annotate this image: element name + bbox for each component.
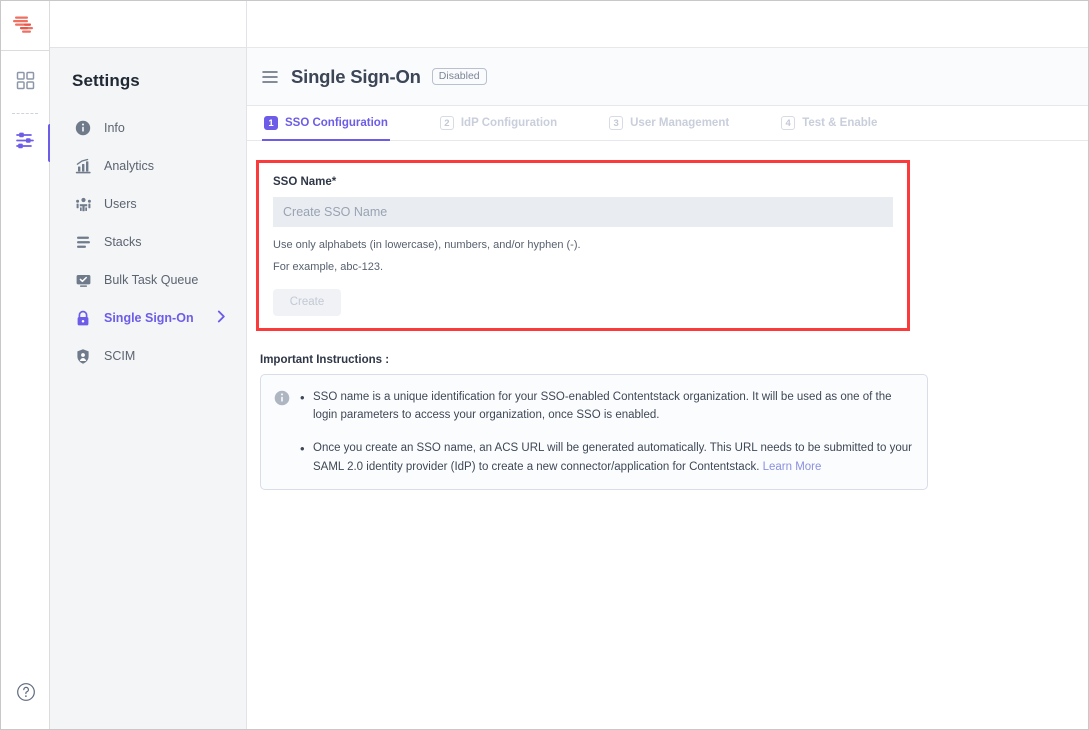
sidebar-item-label: SCIM <box>104 349 135 363</box>
tab-number: 3 <box>609 116 623 130</box>
sso-name-hint-line2: For example, abc-123. <box>273 260 893 275</box>
page-content: SSO Name* Use only alphabets (in lowerca… <box>247 141 1088 729</box>
app-window: Settings Info <box>0 0 1089 730</box>
tab-label: SSO Configuration <box>285 117 388 129</box>
settings-sidebar: Settings Info <box>50 1 247 729</box>
tab-number: 4 <box>781 116 795 130</box>
list-item: Once you create an SSO name, an ACS URL … <box>313 439 912 476</box>
list-item: SSO name is a unique identification for … <box>313 388 912 425</box>
help-button[interactable] <box>1 682 50 707</box>
sidebar-item-label: Bulk Task Queue <box>104 273 198 287</box>
instruction-text: SSO name is a unique identification for … <box>313 391 892 422</box>
learn-more-link[interactable]: Learn More <box>763 461 822 473</box>
info-circle-icon <box>274 390 291 477</box>
instructions-list: SSO name is a unique identification for … <box>297 388 912 477</box>
sidebar-item-bulk-task-queue[interactable]: Bulk Task Queue <box>50 261 246 299</box>
sso-name-card: SSO Name* Use only alphabets (in lowerca… <box>256 160 910 331</box>
grid-apps-icon <box>16 71 35 95</box>
status-badge: Disabled <box>432 68 487 86</box>
hamburger-menu-icon[interactable] <box>262 70 278 84</box>
tab-idp-configuration[interactable]: 2 IdP Configuration <box>438 106 559 140</box>
sidebar-item-label: Users <box>104 197 137 211</box>
sidebar-item-users[interactable]: Users <box>50 185 246 223</box>
scim-shield-icon <box>74 347 92 365</box>
instruction-text: Once you create an SSO name, an ACS URL … <box>313 442 912 473</box>
tab-test-and-enable[interactable]: 4 Test & Enable <box>779 106 879 140</box>
instructions-box: SSO name is a unique identification for … <box>260 374 928 491</box>
left-icon-rail <box>1 1 50 729</box>
sidebar-item-scim[interactable]: SCIM <box>50 337 246 375</box>
users-group-icon <box>74 195 92 213</box>
sso-name-hint-line1: Use only alphabets (in lowercase), numbe… <box>273 238 893 253</box>
tab-number: 2 <box>440 116 454 130</box>
stacks-layers-icon <box>74 233 92 251</box>
sidebar-item-stacks[interactable]: Stacks <box>50 223 246 261</box>
contentstack-logo-icon[interactable] <box>11 12 39 38</box>
tab-bar: 1 SSO Configuration 2 IdP Configuration … <box>247 106 1088 141</box>
sso-name-input[interactable] <box>273 197 893 227</box>
page-title: Single Sign-On <box>291 66 421 88</box>
sidebar-header-spacer <box>50 1 246 48</box>
sidebar-item-analytics[interactable]: Analytics <box>50 147 246 185</box>
sliders-settings-icon <box>15 130 36 156</box>
tab-label: User Management <box>630 117 729 129</box>
rail-item-settings[interactable] <box>1 120 50 166</box>
sidebar-item-label: Stacks <box>104 235 142 249</box>
sidebar-item-label: Info <box>104 121 125 135</box>
info-circle-icon <box>74 119 92 137</box>
analytics-chart-icon <box>74 157 92 175</box>
rail-dashed-divider <box>12 113 38 114</box>
page-header: Single Sign-On Disabled <box>247 48 1088 106</box>
tab-bar-filler <box>927 106 1088 140</box>
main-area: Organization SSo Single Sign-On Disabled <box>247 1 1088 729</box>
create-button[interactable]: Create <box>273 289 341 316</box>
tab-label: IdP Configuration <box>461 117 557 129</box>
tab-sso-configuration[interactable]: 1 SSO Configuration <box>262 106 390 140</box>
bulk-task-queue-icon <box>74 271 92 289</box>
sso-name-label: SSO Name* <box>273 176 893 188</box>
sidebar-nav: Info Analytics <box>50 109 246 375</box>
tab-user-management[interactable]: 3 User Management <box>607 106 731 140</box>
sidebar-item-single-sign-on[interactable]: Single Sign-On <box>50 299 246 337</box>
sidebar-title: Settings <box>50 48 246 91</box>
lock-icon <box>74 309 92 327</box>
rail-item-apps[interactable] <box>1 60 50 106</box>
sidebar-item-info[interactable]: Info <box>50 109 246 147</box>
rail-divider <box>1 50 49 51</box>
instructions-title: Important Instructions : <box>260 354 1088 366</box>
question-circle-icon <box>16 682 36 707</box>
tab-label: Test & Enable <box>802 117 877 129</box>
tab-number: 1 <box>264 116 278 130</box>
chevron-right-icon <box>217 310 226 326</box>
sidebar-item-label: Single Sign-On <box>104 311 194 325</box>
sidebar-item-label: Analytics <box>104 159 154 173</box>
top-bar: Organization SSo <box>247 1 1088 48</box>
